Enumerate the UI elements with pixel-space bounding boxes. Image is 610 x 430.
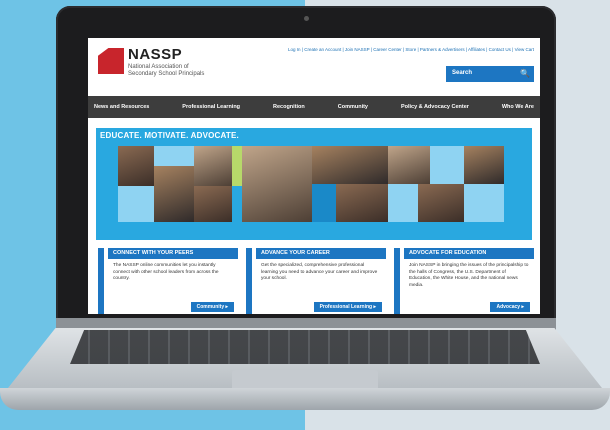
card-accent: [394, 248, 400, 314]
card-accent: [246, 248, 252, 314]
color-tile: [464, 184, 504, 222]
card-advocate: ADVOCATE FOR EDUCATION Join NASSP in bri…: [394, 248, 534, 314]
nav-item-recognition[interactable]: Recognition: [273, 104, 305, 110]
photo-tile: [336, 184, 388, 222]
nav-item-who-we-are[interactable]: Who We Are: [502, 104, 534, 110]
nav-item-community[interactable]: Community: [338, 104, 368, 110]
laptop-screen: NASSP National Association of Secondary …: [88, 38, 540, 314]
card-body: Join NASSP in bringing the issues of the…: [409, 263, 529, 288]
search-icon[interactable]: 🔍: [520, 69, 530, 79]
photo-tile: [464, 146, 504, 184]
laptop-front-edge: [0, 388, 610, 410]
search-input[interactable]: Search 🔍: [446, 66, 534, 82]
card-title: ADVANCE YOUR CAREER: [256, 248, 386, 259]
site-header: NASSP National Association of Secondary …: [88, 38, 540, 94]
photo-tile: [242, 146, 312, 222]
camera-icon: [304, 16, 309, 21]
photo-tile: [194, 146, 232, 186]
keyboard: [70, 330, 540, 364]
card-body: The NASSP online communities let you ins…: [113, 263, 219, 281]
feature-cards: CONNECT WITH YOUR PEERS The NASSP online…: [88, 248, 540, 314]
nassp-logo-icon[interactable]: [98, 48, 124, 74]
logo-name[interactable]: NASSP: [128, 46, 182, 63]
nav-item-news[interactable]: News and Resources: [94, 104, 149, 110]
photo-tile: [418, 184, 464, 222]
color-tile: [118, 186, 154, 222]
color-tile: [154, 146, 194, 166]
nav-item-policy[interactable]: Policy & Advocacy Center: [401, 104, 469, 110]
card-body: Get the specialized, comprehensive profe…: [261, 263, 378, 281]
advocacy-button[interactable]: Advocacy ▸: [490, 302, 530, 312]
color-tile: [312, 184, 336, 222]
color-tile: [232, 146, 242, 186]
nav-item-professional-learning[interactable]: Professional Learning: [182, 104, 240, 110]
utility-links[interactable]: Log In | Create an Account | Join NASSP …: [238, 47, 534, 52]
card-title: ADVOCATE FOR EDUCATION: [404, 248, 534, 259]
hero-banner[interactable]: EDUCATE. MOTIVATE. ADVOCATE.: [96, 128, 532, 240]
community-button[interactable]: Community ▸: [190, 302, 234, 312]
card-title: CONNECT WITH YOUR PEERS: [108, 248, 238, 259]
search-placeholder: Search: [452, 70, 473, 76]
card-accent: [98, 248, 104, 314]
main-nav: News and Resources Professional Learning…: [88, 96, 540, 118]
photo-tile: [118, 146, 154, 186]
professional-learning-button[interactable]: Professional Learning ▸: [313, 302, 382, 312]
color-tile: [388, 184, 418, 222]
color-tile: [430, 146, 464, 184]
logo-subtitle: National Association of Secondary School…: [128, 64, 205, 77]
photo-tile: [312, 146, 388, 184]
photo-tile: [194, 186, 232, 222]
photo-tile: [154, 166, 194, 222]
card-career: ADVANCE YOUR CAREER Get the specialized,…: [246, 248, 386, 314]
photo-tile: [388, 146, 430, 184]
hero-title: EDUCATE. MOTIVATE. ADVOCATE.: [100, 131, 239, 140]
card-connect: CONNECT WITH YOUR PEERS The NASSP online…: [98, 248, 238, 314]
